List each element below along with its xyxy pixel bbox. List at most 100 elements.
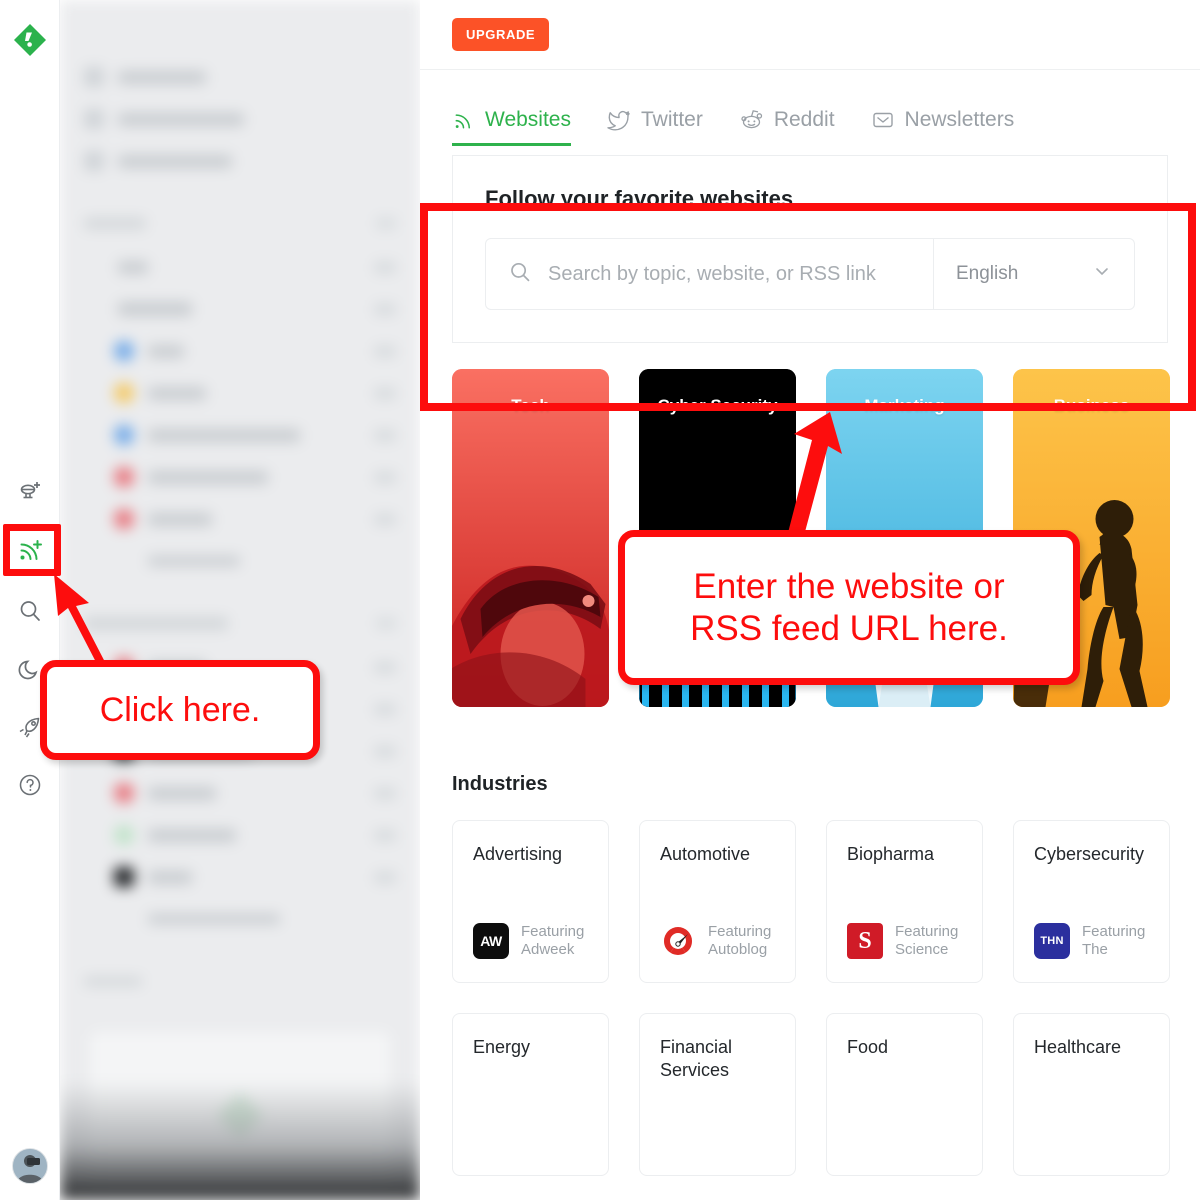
dark-mode-moon-icon[interactable] bbox=[4, 640, 56, 698]
industry-featuring-text: Featuring Autoblog bbox=[708, 922, 772, 959]
industry-name: Healthcare bbox=[1034, 1037, 1122, 1057]
industry-featuring-text: Featuring The bbox=[1082, 922, 1146, 959]
search-field-wrap[interactable] bbox=[486, 239, 934, 309]
list-item[interactable] bbox=[84, 246, 396, 288]
avatar[interactable] bbox=[12, 1148, 48, 1184]
list-item[interactable] bbox=[84, 288, 396, 330]
industry-name: Biopharma bbox=[847, 844, 935, 864]
list-item[interactable] bbox=[114, 540, 396, 582]
industry-card-healthcare[interactable]: Healthcare bbox=[1013, 1013, 1170, 1176]
list-item[interactable] bbox=[114, 730, 396, 772]
top-bar: UPGRADE bbox=[420, 0, 1200, 70]
list-item[interactable] bbox=[114, 646, 396, 688]
chevron-down-icon bbox=[1092, 261, 1112, 287]
page-title: Follow your favorite websites bbox=[485, 186, 794, 211]
tab-websites-label: Websites bbox=[485, 108, 571, 131]
list-item[interactable] bbox=[114, 772, 396, 814]
search-icon bbox=[508, 260, 532, 289]
list-item[interactable] bbox=[114, 856, 396, 898]
category-card-cyber-security-label: Cyber Security bbox=[657, 396, 778, 415]
category-card-business-label: Business bbox=[1053, 396, 1130, 415]
list-item[interactable] bbox=[84, 140, 396, 182]
app-root: UPGRADE Websites Twitter Reddit Newslett… bbox=[0, 0, 1200, 1200]
adweek-logo-icon: AW bbox=[473, 923, 509, 960]
tab-newsletters[interactable]: Newsletters bbox=[871, 108, 1015, 146]
source-type-tabs: Websites Twitter Reddit Newsletters bbox=[420, 70, 1200, 146]
list-item[interactable] bbox=[114, 414, 396, 456]
category-card-business[interactable]: Business bbox=[1013, 369, 1170, 707]
search-input[interactable] bbox=[548, 262, 933, 286]
category-card-tech[interactable]: Tech bbox=[452, 369, 609, 707]
list-item[interactable] bbox=[114, 330, 396, 372]
list-item[interactable] bbox=[114, 456, 396, 498]
industry-featuring: S Featuring Science bbox=[847, 923, 962, 961]
industry-card-energy[interactable]: Energy bbox=[452, 1013, 609, 1176]
category-card-row: Tech Cyber Security Marketing Business bbox=[420, 343, 1200, 707]
category-card-marketing[interactable]: Marketing bbox=[826, 369, 983, 707]
industry-card-financial-services[interactable]: Financial Services bbox=[639, 1013, 796, 1176]
autoblog-logo-icon bbox=[660, 923, 696, 960]
sidebar-bottom-fade bbox=[60, 1080, 420, 1200]
tab-twitter-label: Twitter bbox=[640, 108, 703, 131]
list-item[interactable] bbox=[84, 98, 396, 140]
upgrade-button[interactable]: UPGRADE bbox=[452, 18, 550, 51]
category-card-tech-label: Tech bbox=[511, 396, 550, 415]
industry-name: Energy bbox=[473, 1037, 531, 1057]
left-icon-rail bbox=[0, 0, 60, 1200]
adweek-logo-text: AW bbox=[480, 933, 502, 950]
tab-websites[interactable]: Websites bbox=[452, 108, 571, 146]
feedly-logo-icon[interactable] bbox=[8, 18, 52, 62]
category-card-cyber-security[interactable]: Cyber Security bbox=[639, 369, 796, 707]
discover-main-panel: UPGRADE Websites Twitter Reddit Newslett… bbox=[420, 0, 1200, 1200]
list-item[interactable] bbox=[114, 814, 396, 856]
twitter-bird-icon bbox=[607, 108, 631, 132]
industry-card-automotive[interactable]: Automotive Featuring Autoblog bbox=[639, 820, 796, 983]
search-icon[interactable] bbox=[4, 582, 56, 640]
sidebar-section-header[interactable] bbox=[84, 200, 396, 246]
language-select[interactable]: English bbox=[934, 239, 1134, 309]
industry-card-advertising[interactable]: Advertising AW Featuring Adweek bbox=[452, 820, 609, 983]
industry-name: Automotive bbox=[660, 844, 751, 864]
list-item[interactable] bbox=[114, 372, 396, 414]
industry-featuring-text: Featuring Science bbox=[895, 922, 959, 959]
search-row: English bbox=[485, 238, 1135, 310]
sidebar-section-header[interactable] bbox=[84, 600, 396, 646]
tab-reddit[interactable]: Reddit bbox=[739, 107, 835, 146]
feed-sidebar-blurred[interactable] bbox=[60, 0, 420, 1200]
industry-card-food[interactable]: Food bbox=[826, 1013, 983, 1176]
tab-reddit-label: Reddit bbox=[773, 107, 835, 131]
add-board-icon[interactable] bbox=[4, 462, 56, 520]
thehackernews-logo-icon: THN bbox=[1034, 923, 1070, 960]
industry-card-cybersecurity[interactable]: Cybersecurity THN Featuring The bbox=[1013, 820, 1170, 983]
industries-grid: Advertising AW Featuring Adweek Automoti… bbox=[420, 796, 1200, 1176]
rail-icon-group bbox=[0, 462, 60, 814]
tab-twitter[interactable]: Twitter bbox=[607, 108, 703, 146]
list-item[interactable] bbox=[114, 898, 396, 940]
reddit-alien-icon bbox=[739, 107, 764, 132]
list-item[interactable] bbox=[114, 498, 396, 540]
tab-newsletters-label: Newsletters bbox=[904, 108, 1015, 131]
category-card-marketing-label: Marketing bbox=[864, 396, 945, 415]
list-item[interactable] bbox=[114, 688, 396, 730]
add-feed-rss-icon[interactable] bbox=[4, 520, 56, 582]
rocket-icon[interactable] bbox=[4, 698, 56, 756]
industry-name: Food bbox=[847, 1037, 889, 1057]
industry-name: Cybersecurity bbox=[1034, 844, 1145, 864]
industries-heading: Industries bbox=[452, 773, 548, 795]
industry-name: Advertising bbox=[473, 844, 563, 864]
industry-featuring: Featuring Autoblog bbox=[660, 923, 775, 961]
industry-card-biopharma[interactable]: Biopharma S Featuring Science bbox=[826, 820, 983, 983]
industry-featuring: THN Featuring The bbox=[1034, 923, 1149, 961]
science-logo-icon: S bbox=[847, 923, 883, 960]
rss-icon bbox=[452, 109, 475, 132]
list-item[interactable] bbox=[84, 56, 396, 98]
envelope-icon bbox=[871, 108, 895, 132]
industry-featuring-text: Featuring Adweek bbox=[521, 922, 585, 959]
industry-featuring: AW Featuring Adweek bbox=[473, 923, 588, 961]
science-logo-text: S bbox=[858, 928, 872, 955]
help-icon[interactable] bbox=[4, 756, 56, 814]
thn-logo-text: THN bbox=[1040, 935, 1064, 948]
industry-name: Financial Services bbox=[660, 1037, 733, 1080]
discover-search-panel: Follow your favorite websites English bbox=[452, 155, 1168, 343]
sidebar-section-header[interactable] bbox=[84, 958, 396, 1004]
